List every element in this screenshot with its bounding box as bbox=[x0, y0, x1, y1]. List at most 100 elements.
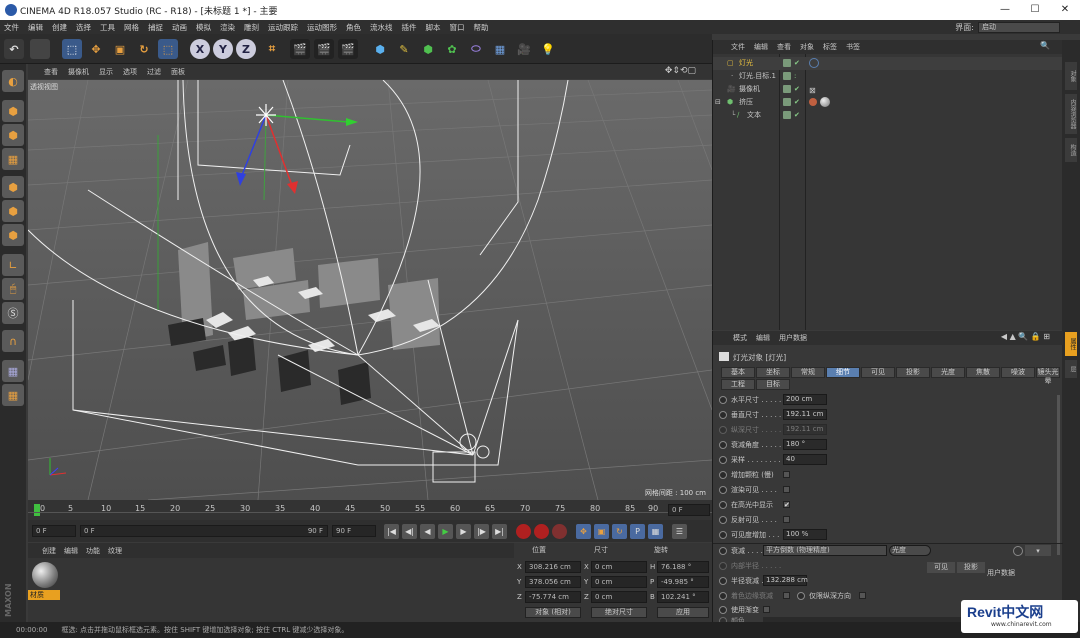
menu-mesh[interactable]: 网格 bbox=[124, 22, 139, 33]
visibility-check-icon[interactable]: ✔ bbox=[794, 112, 801, 119]
rotate-icon[interactable]: ↻ bbox=[134, 39, 154, 59]
go-to-end-icon[interactable]: ▶| bbox=[492, 524, 507, 539]
z-axis-lock-button[interactable]: Z bbox=[236, 39, 256, 59]
menu-window[interactable]: 窗口 bbox=[450, 22, 465, 33]
tab-layers[interactable]: 层 bbox=[1065, 360, 1077, 378]
mat-menu-texture[interactable]: 纹理 bbox=[108, 546, 122, 556]
tab-general[interactable]: 常规 bbox=[791, 367, 825, 378]
falloff-dropdown[interactable]: 平方倒数 (物理精度) bbox=[763, 545, 887, 556]
visibility-check-icon[interactable]: ✔ bbox=[794, 86, 801, 93]
tab-lens-flare[interactable]: 镜头光晕 bbox=[1036, 367, 1060, 385]
radius-decay-field[interactable]: 132.288 cm bbox=[763, 575, 808, 586]
edges-mode-icon[interactable]: ⬢ bbox=[2, 200, 24, 222]
material-preview-icon[interactable] bbox=[32, 562, 58, 588]
render-picture-viewer-icon[interactable]: 🎬 bbox=[314, 39, 334, 59]
lock-workplane-icon[interactable]: ▦ bbox=[2, 384, 24, 406]
object-search-icon[interactable]: 🔍 bbox=[1040, 41, 1050, 50]
material-tag-icon[interactable] bbox=[820, 97, 830, 107]
attr-menu-mode[interactable]: 模式 bbox=[733, 333, 747, 343]
attr-scrollbar[interactable] bbox=[1057, 395, 1060, 555]
end-frame-field[interactable]: 90 F bbox=[332, 525, 376, 537]
tab-details[interactable]: 细节 bbox=[826, 367, 860, 378]
vp-menu-filter[interactable]: 过滤 bbox=[147, 67, 161, 77]
obj-menu-objects[interactable]: 对象 bbox=[800, 42, 814, 52]
attr-navigation-icon[interactable]: ◀ ▲ 🔍 🔒 ⊞ bbox=[1001, 332, 1050, 341]
menu-file[interactable]: 文件 bbox=[4, 22, 19, 33]
tab-project[interactable]: 工程 bbox=[721, 379, 755, 390]
tab-coord[interactable]: 坐标 bbox=[756, 367, 790, 378]
grid-icon[interactable]: ▦ bbox=[2, 360, 24, 382]
keyframe-selection-icon[interactable] bbox=[552, 524, 567, 539]
add-grain-checkbox[interactable] bbox=[783, 471, 790, 478]
menu-tools[interactable]: 工具 bbox=[100, 22, 115, 33]
layer-icon[interactable] bbox=[783, 72, 791, 80]
position-key-icon[interactable]: ✥ bbox=[576, 524, 591, 539]
show-in-reflection-checkbox[interactable] bbox=[783, 516, 790, 523]
next-keyframe-icon[interactable]: |▶ bbox=[474, 524, 489, 539]
popup-visible-button[interactable]: 可见 bbox=[927, 562, 955, 573]
animate-radio[interactable] bbox=[719, 547, 727, 555]
size-mode-dropdown[interactable]: 绝对尺寸 bbox=[591, 607, 647, 618]
obj-menu-tags[interactable]: 标签 bbox=[823, 42, 837, 52]
visibility-dots-icon[interactable]: : bbox=[794, 73, 801, 80]
mat-menu-create[interactable]: 创建 bbox=[42, 546, 56, 556]
magnet-icon[interactable]: ∩ bbox=[2, 330, 24, 352]
animate-radio[interactable] bbox=[719, 486, 727, 494]
snap-icon[interactable]: Ⓢ bbox=[2, 302, 24, 324]
floor-icon[interactable]: ▦ bbox=[490, 39, 510, 59]
menu-render[interactable]: 渲染 bbox=[220, 22, 235, 33]
only-z-checkbox[interactable] bbox=[859, 592, 866, 599]
layer-icon[interactable] bbox=[783, 98, 791, 106]
tab-attributes[interactable]: 属性 bbox=[1065, 332, 1077, 356]
animate-radio[interactable] bbox=[719, 531, 727, 539]
menu-help[interactable]: 帮助 bbox=[474, 22, 489, 33]
animate-radio[interactable] bbox=[719, 516, 727, 524]
tab-photometric[interactable]: 光度 bbox=[931, 367, 965, 378]
animate-radio[interactable] bbox=[719, 501, 727, 509]
layer-icon[interactable] bbox=[783, 85, 791, 93]
autokey-icon[interactable] bbox=[534, 524, 549, 539]
animate-radio[interactable] bbox=[719, 606, 727, 614]
tab-structure[interactable]: 构造 bbox=[1065, 138, 1077, 162]
object-row-light-target[interactable]: · 灯光.目标.1 : bbox=[713, 70, 1063, 83]
position-y-field[interactable]: 378.056 cm bbox=[525, 576, 581, 588]
colorize-edge-checkbox[interactable] bbox=[783, 592, 790, 599]
parameter-key-icon[interactable]: P bbox=[630, 524, 645, 539]
animate-radio[interactable] bbox=[719, 411, 727, 419]
layer-icon[interactable] bbox=[783, 111, 791, 119]
recent-tool-icon[interactable]: ⬚ bbox=[158, 39, 178, 59]
position-z-field[interactable]: -75.774 cm bbox=[525, 591, 581, 603]
scale-key-icon[interactable]: ▣ bbox=[594, 524, 609, 539]
mat-menu-edit[interactable]: 编辑 bbox=[64, 546, 78, 556]
animate-radio[interactable] bbox=[719, 577, 727, 585]
show-in-specular-checkbox[interactable]: ✔ bbox=[783, 501, 790, 509]
attr-menu-edit[interactable]: 编辑 bbox=[756, 333, 770, 343]
outer-height-field[interactable]: 192.11 cm bbox=[783, 409, 827, 420]
coordinate-mode-dropdown[interactable]: 对象 (相对) bbox=[525, 607, 581, 618]
object-row-extrude[interactable]: ⊟ ⬢ 挤压 ✔ bbox=[713, 96, 1063, 109]
size-x-field[interactable]: 0 cm bbox=[591, 561, 647, 573]
animate-radio[interactable] bbox=[719, 456, 727, 464]
show-in-render-checkbox[interactable] bbox=[783, 486, 790, 493]
menu-pipeline[interactable]: 流水线 bbox=[370, 22, 393, 33]
live-select-icon[interactable]: ⬚ bbox=[62, 39, 82, 59]
vp-menu-panel[interactable]: 面板 bbox=[171, 67, 185, 77]
workplane-icon[interactable]: ▦ bbox=[2, 148, 24, 170]
axis-mode-icon[interactable]: ∟ bbox=[2, 254, 24, 276]
size-y-field[interactable]: 0 cm bbox=[591, 576, 647, 588]
close-button[interactable]: ✕ bbox=[1050, 0, 1080, 20]
size-z-field[interactable]: 0 cm bbox=[591, 591, 647, 603]
tab-target[interactable]: 目标 bbox=[756, 379, 790, 390]
expand-collapse-icon[interactable]: ⊟ bbox=[715, 96, 721, 109]
deformer-icon[interactable]: ⬭ bbox=[466, 39, 486, 59]
y-axis-lock-button[interactable]: Y bbox=[213, 39, 233, 59]
menu-animate[interactable]: 动画 bbox=[172, 22, 187, 33]
menu-snap[interactable]: 捕捉 bbox=[148, 22, 163, 33]
vp-menu-display[interactable]: 显示 bbox=[99, 67, 113, 77]
points-mode-icon[interactable]: ⬢ bbox=[2, 176, 24, 198]
camera-icon[interactable]: 🎥 bbox=[514, 39, 534, 59]
animate-radio[interactable] bbox=[719, 562, 727, 570]
object-row-text[interactable]: └ ∕ 文本 ✔ bbox=[713, 109, 1063, 122]
start-frame-field[interactable]: 0 F bbox=[32, 525, 76, 537]
rotation-key-icon[interactable]: ↻ bbox=[612, 524, 627, 539]
